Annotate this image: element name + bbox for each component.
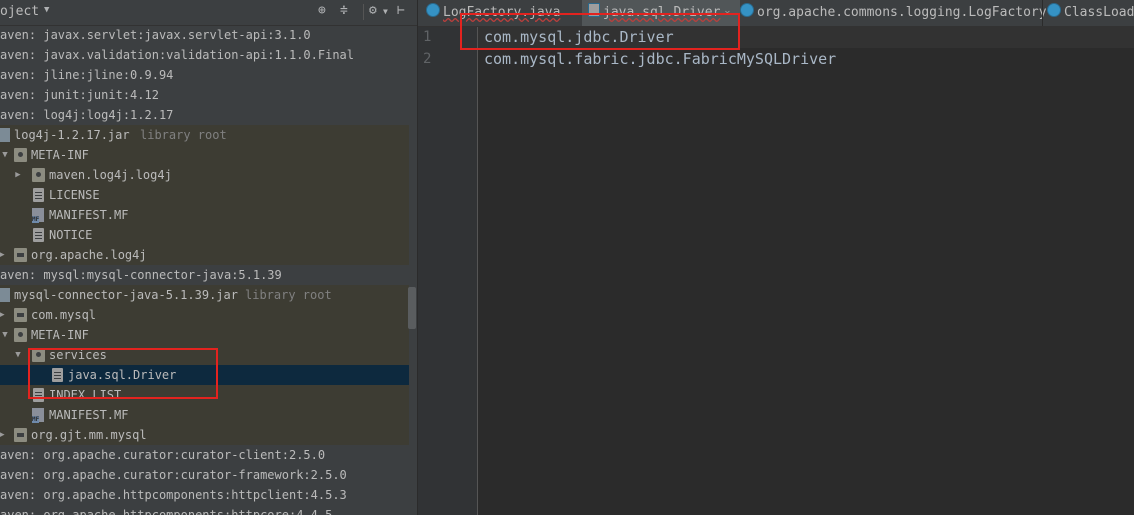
class-icon [740,3,754,17]
code-line[interactable]: com.mysql.fabric.jdbc.FabricMySQLDriver [484,50,836,68]
editor-pane: LogFactory.java java.sql.Driver × org.apa… [418,0,1134,515]
chevron-right-icon[interactable]: ▶ [0,425,7,445]
tree-row-label: MANIFEST.MF [49,208,129,222]
tab-label: org.apache.commons.logging.LogFactory [757,5,1047,20]
tree-row-folder[interactable]: ▼ META-INF [0,325,409,345]
tree-row[interactable]: aven: jline:jline:0.9.94 [0,65,409,85]
text-file-icon [33,188,44,202]
tree-row-label: NOTICE [49,228,93,242]
chevron-down-icon[interactable]: ▼ [0,325,10,345]
tree-row-label: aven: javax.servlet:javax.servlet-api:3.… [0,28,311,42]
chevron-right-icon[interactable]: ▶ [0,305,7,325]
tree-row-label: aven: org.apache.curator:curator-client:… [0,448,326,462]
tree-row-library-jar[interactable]: log4j-1.2.17.jar library root [0,125,409,145]
tab-label: ClassLoade [1064,5,1134,20]
tree-row-label: log4j-1.2.17.jar [14,128,130,142]
target-icon[interactable]: ⊕ [318,3,326,18]
tab-classloader[interactable]: ClassLoade [1042,0,1134,26]
tree-row-file[interactable]: MANIFEST.MF [0,405,409,425]
collapse-all-icon[interactable]: ≑ [340,3,348,18]
folder-icon [32,168,45,182]
tree-row-label: aven: jline:jline:0.9.94 [0,68,174,82]
tree-row-folder[interactable]: ▼ META-INF [0,145,409,165]
class-icon [426,3,440,17]
line-number: 1 [423,29,432,45]
line-number: 2 [423,51,432,67]
tree-row[interactable]: aven: javax.validation:validation-api:1.… [0,45,409,65]
tree-row-label: aven: org.apache.httpcomponents:httpclie… [0,488,347,502]
tree-row[interactable]: aven: org.apache.curator:curator-framewo… [0,465,409,485]
tree-row-label: org.gjt.mm.mysql [31,428,147,442]
tree-row-label: mysql-connector-java-5.1.39.jar [14,288,238,302]
tree-row[interactable]: aven: org.apache.httpcomponents:httpcore… [0,505,409,515]
tab-logfactory-class[interactable]: org.apache.commons.logging.LogFactory [736,0,1047,26]
annotation-highlight-box [460,13,740,50]
tree-row-label: META-INF [31,328,89,342]
tree-row-label: aven: mysql:mysql-connector-java:5.1.39 [0,268,282,282]
tree-row[interactable]: aven: javax.servlet:javax.servlet-api:3.… [0,25,409,45]
class-icon [1047,3,1061,17]
tree-row-label: aven: javax.validation:validation-api:1.… [0,48,355,62]
project-panel-header: oject ▼ ⊕ ≑ ⚙ ▼ ⊢ [0,0,417,26]
line-number-gutter [418,27,478,515]
tree-row-file[interactable]: NOTICE [0,225,409,245]
package-icon [14,248,27,262]
tree-row-label: MANIFEST.MF [49,408,129,422]
project-panel-title[interactable]: oject [0,4,39,19]
chevron-right-icon[interactable]: ▶ [13,165,23,185]
chevron-down-icon[interactable]: ▼ [0,145,10,165]
tree-row-file[interactable]: LICENSE [0,185,409,205]
library-root-hint: library root [140,128,227,142]
gear-dropdown-icon[interactable]: ▼ [383,7,388,16]
tree-row-label: org.apache.log4j [31,248,147,262]
tree-row-label: com.mysql [31,308,97,322]
tree-row[interactable]: aven: junit:junit:4.12 [0,85,409,105]
tree-row-folder[interactable]: ▶ maven.log4j.log4j [0,165,409,185]
jar-icon [0,128,10,142]
folder-icon [14,148,27,162]
tree-row[interactable]: aven: org.apache.curator:curator-client:… [0,445,409,465]
tree-row[interactable]: aven: mysql:mysql-connector-java:5.1.39 [0,265,409,285]
chevron-down-icon[interactable]: ▼ [13,345,23,365]
chevron-right-icon[interactable]: ▶ [0,245,7,265]
tree-row-label: LICENSE [49,188,100,202]
tree-row[interactable]: aven: log4j:log4j:1.2.17 [0,105,409,125]
tree-row-file[interactable]: MANIFEST.MF [0,205,409,225]
package-icon [14,428,27,442]
tree-scrollbar-thumb[interactable] [408,287,416,329]
manifest-file-icon [32,408,44,423]
tree-row-library-jar[interactable]: mysql-connector-java-5.1.39.jar library … [0,285,409,305]
tree-row-label: aven: junit:junit:4.12 [0,88,159,102]
text-file-icon [33,228,44,242]
tree-row[interactable]: aven: org.apache.httpcomponents:httpclie… [0,485,409,505]
gear-icon[interactable]: ⚙ [369,3,377,18]
tree-row-label: aven: org.apache.httpcomponents:httpcore… [0,508,333,515]
folder-icon [14,328,27,342]
chevron-down-icon[interactable]: ▼ [44,5,49,15]
gutter-divider [477,27,478,515]
tree-row-label: aven: org.apache.curator:curator-framewo… [0,468,347,482]
package-icon [14,308,27,322]
tree-row-package[interactable]: ▶ com.mysql [0,305,409,325]
project-panel: oject ▼ ⊕ ≑ ⚙ ▼ ⊢ aven: javax.servlet:ja… [0,0,418,515]
tree-row-package[interactable]: ▶ org.gjt.mm.mysql [0,425,409,445]
tree-row-package[interactable]: ▶ org.apache.log4j [0,245,409,265]
library-root-hint: library root [245,288,332,302]
tree-row-label: aven: log4j:log4j:1.2.17 [0,108,174,122]
tree-row-label: maven.log4j.log4j [49,168,172,182]
tree-row-label: META-INF [31,148,89,162]
jar-icon [0,288,10,302]
toolbar-divider [363,4,364,20]
hide-panel-icon[interactable]: ⊢ [397,3,405,18]
annotation-highlight-box [28,348,218,399]
manifest-file-icon [32,208,44,223]
